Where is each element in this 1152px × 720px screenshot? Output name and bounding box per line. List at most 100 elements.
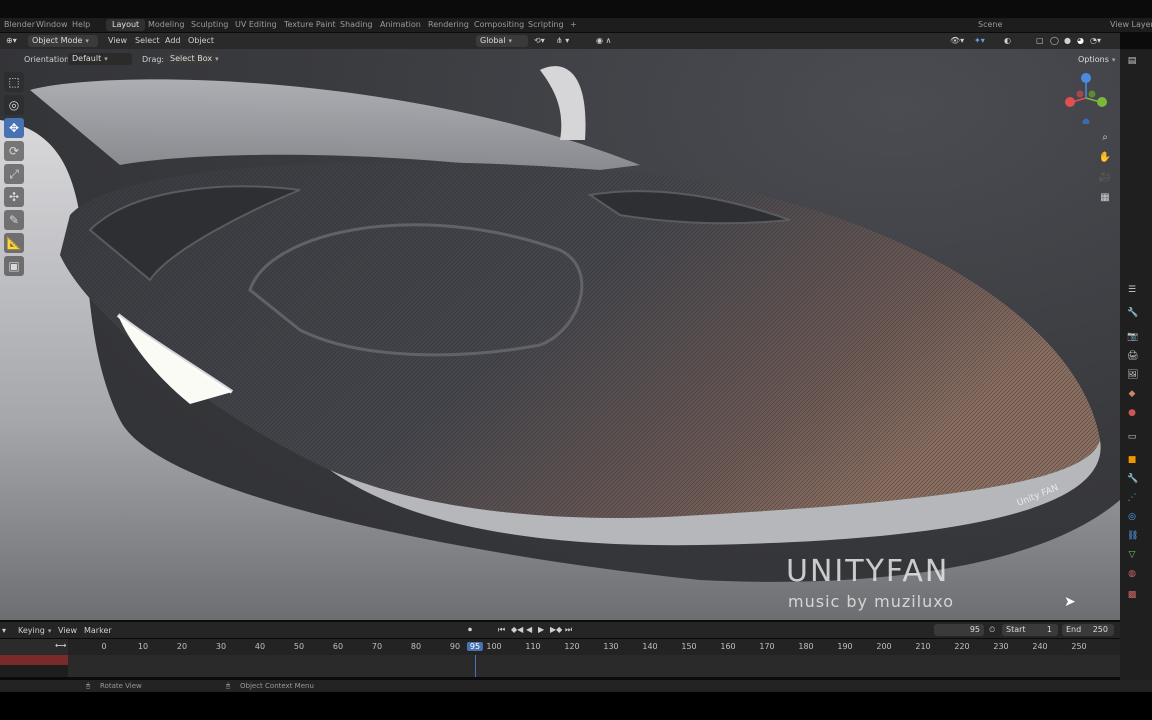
xray-icon[interactable]: ▢ xyxy=(1036,36,1044,45)
frame-range-region xyxy=(68,655,1120,677)
proportional-edit-icon[interactable]: ◉ ∧ xyxy=(596,36,611,45)
physics-icon[interactable]: ◎ xyxy=(1127,512,1137,522)
menu-view[interactable]: View xyxy=(108,36,127,45)
orientation-dropdown[interactable]: Default ▾ xyxy=(68,53,132,65)
tool-icon[interactable]: 🔧 xyxy=(1127,308,1138,318)
properties-editor-icon[interactable]: ☰ xyxy=(1127,285,1137,295)
editor-type-icon[interactable]: ▾ xyxy=(2,626,6,635)
tab-shading[interactable]: Shading xyxy=(340,20,373,29)
tab-modeling[interactable]: Modeling xyxy=(148,20,184,29)
playhead-line[interactable] xyxy=(475,655,476,677)
frame-tick: 130 xyxy=(603,642,619,651)
jump-end-icon[interactable]: ⏭ xyxy=(565,625,572,635)
navigation-gizmo[interactable] xyxy=(1062,72,1110,124)
constraints-icon[interactable]: ⛓ xyxy=(1127,531,1138,541)
jump-start-icon[interactable]: ⏮ xyxy=(498,625,505,635)
annotate-icon[interactable]: ✎ xyxy=(4,210,24,230)
collection-icon[interactable]: ▭ xyxy=(1127,432,1137,442)
outliner-icon[interactable]: ▤ xyxy=(1127,56,1137,66)
rotate-icon[interactable]: ⟳ xyxy=(4,141,24,161)
data-icon[interactable]: ▽ xyxy=(1127,550,1137,560)
select-box-icon[interactable]: ⬚ xyxy=(4,72,24,92)
gizmo-toggle-icon[interactable]: ✦▾ xyxy=(974,36,985,45)
add-workspace-icon[interactable]: + xyxy=(570,20,577,29)
material-icon[interactable]: ◍ xyxy=(1127,569,1137,579)
transform-icon[interactable]: ✣ xyxy=(4,187,24,207)
modifier-icon[interactable]: 🔧 xyxy=(1127,474,1138,484)
particles-icon[interactable]: ⋰ xyxy=(1127,493,1137,503)
render-icon[interactable]: 📷 xyxy=(1127,332,1138,342)
drag-dropdown[interactable]: Select Box ▾ xyxy=(166,53,219,65)
texture-icon[interactable]: ▩ xyxy=(1127,590,1137,600)
overlays-icon[interactable]: ◐ xyxy=(1004,36,1011,45)
tab-sculpting[interactable]: Sculpting xyxy=(191,20,228,29)
material-shading-icon[interactable]: ◕ xyxy=(1077,36,1084,45)
current-frame-field[interactable]: 95 xyxy=(934,624,984,636)
menu-marker[interactable]: Marker xyxy=(84,626,112,635)
scale-icon[interactable]: ⤢ xyxy=(4,164,24,184)
view-layer-selector[interactable]: View Layer xyxy=(1110,20,1152,29)
view-layer-icon[interactable]: 🖼 xyxy=(1127,370,1138,380)
menu-window[interactable]: Window xyxy=(36,20,68,29)
scene-selector[interactable]: Scene xyxy=(978,20,1002,29)
frame-tick: 80 xyxy=(410,642,422,651)
pivot-icon[interactable]: ⟲▾ xyxy=(534,36,545,45)
end-frame-field[interactable]: End 250 xyxy=(1062,624,1114,636)
menu-object[interactable]: Object xyxy=(188,36,214,45)
next-keyframe-icon[interactable]: ▶◆ xyxy=(550,625,562,634)
camera-icon[interactable]: 🎥 xyxy=(1097,170,1113,186)
tab-rendering[interactable]: Rendering xyxy=(428,20,469,29)
tab-uv-editing[interactable]: UV Editing xyxy=(235,20,277,29)
play-reverse-icon[interactable]: ◀ xyxy=(526,625,532,634)
menu-select[interactable]: Select xyxy=(135,36,160,45)
tab-animation[interactable]: Animation xyxy=(380,20,421,29)
record-icon[interactable]: ⏺ xyxy=(468,625,472,635)
scene-icon[interactable]: ◆ xyxy=(1127,389,1137,399)
add-cube-icon[interactable]: ▣ xyxy=(4,256,24,276)
tab-compositing[interactable]: Compositing xyxy=(474,20,524,29)
measure-icon[interactable]: 📐 xyxy=(4,233,24,253)
mode-dropdown[interactable]: Object Mode ▾ xyxy=(28,35,98,47)
clock-icon[interactable]: ⏲ xyxy=(989,625,995,635)
world-icon[interactable]: ● xyxy=(1127,408,1137,418)
start-frame-field[interactable]: Start 1 xyxy=(1002,624,1058,636)
car-render xyxy=(0,66,1120,620)
solid-shading-icon[interactable]: ● xyxy=(1064,36,1071,45)
output-icon[interactable]: 🖨 xyxy=(1127,351,1138,361)
current-frame-indicator[interactable]: 95 xyxy=(466,642,484,651)
snap-icon[interactable]: ⋔ ▾ xyxy=(556,36,569,45)
resize-handle-icon[interactable]: ⟷ xyxy=(55,641,66,650)
play-icon[interactable]: ▶ xyxy=(538,625,544,634)
zoom-icon[interactable]: ⌕ xyxy=(1097,130,1113,146)
move-icon[interactable]: ✥ xyxy=(4,118,24,138)
timeline-ruler[interactable]: ⟷ 0 10 20 30 40 50 60 70 80 90 95 100 11… xyxy=(0,639,1120,655)
3d-viewport[interactable]: Unity FAN xyxy=(0,49,1120,620)
prev-keyframe-icon[interactable]: ◆◀ xyxy=(511,625,523,634)
options-dropdown[interactable]: Options ▾ xyxy=(1074,54,1118,66)
pan-icon[interactable]: ✋ xyxy=(1097,150,1113,166)
chevron-down-icon: ▾ xyxy=(215,55,219,63)
frame-tick: 90 xyxy=(449,642,461,651)
frame-tick: 40 xyxy=(254,642,266,651)
grid-icon[interactable]: ▦ xyxy=(1097,190,1113,206)
status-bar: 🖱 Rotate View 🖱 Object Context Menu xyxy=(0,680,1152,692)
tab-texture-paint[interactable]: Texture Paint xyxy=(284,20,336,29)
transform-orientation-dropdown[interactable]: Global ▾ xyxy=(476,35,528,47)
wireframe-shading-icon[interactable]: ◯ xyxy=(1050,36,1059,45)
menu-add[interactable]: Add xyxy=(165,36,181,45)
overlay-subtitle: music by muziluxo xyxy=(788,592,955,611)
cursor-icon[interactable]: ◎ xyxy=(4,95,24,115)
tab-layout[interactable]: Layout xyxy=(106,19,146,31)
object-icon[interactable]: ■ xyxy=(1127,455,1137,465)
axis-x-icon xyxy=(1065,97,1075,107)
menu-keying[interactable]: Keying ▾ xyxy=(18,626,51,635)
editor-type-icon[interactable]: ⊕▾ xyxy=(6,36,17,45)
frame-tick: 240 xyxy=(1032,642,1048,651)
menu-timeline-view[interactable]: View xyxy=(58,626,77,635)
rendered-shading-icon[interactable]: ◔▾ xyxy=(1090,36,1101,45)
menu-blender[interactable]: Blender xyxy=(4,20,35,29)
menu-help[interactable]: Help xyxy=(72,20,90,29)
timeline-track-area[interactable] xyxy=(0,655,1120,677)
visibility-icon[interactable]: 👁▾ xyxy=(950,36,964,45)
tab-scripting[interactable]: Scripting xyxy=(528,20,564,29)
